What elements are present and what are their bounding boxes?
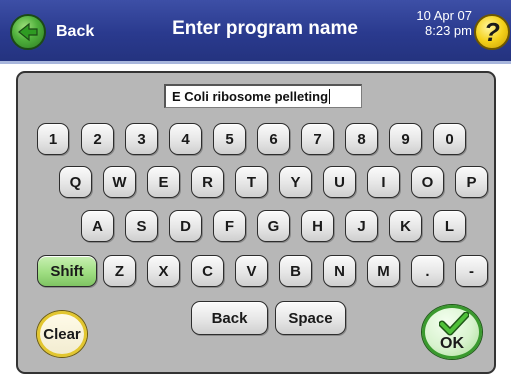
key-y[interactable]: Y <box>279 166 312 198</box>
space-key[interactable]: Space <box>275 301 346 335</box>
key-f[interactable]: F <box>213 210 246 242</box>
time-text: 8:23 pm <box>425 23 472 38</box>
header-bar: Back Enter program name 10 Apr 07 8:23 p… <box>0 0 511 64</box>
key-period[interactable]: . <box>411 255 444 287</box>
date-text: 10 Apr 07 <box>416 8 472 23</box>
key-s[interactable]: S <box>125 210 158 242</box>
key-q[interactable]: Q <box>59 166 92 198</box>
key-p[interactable]: P <box>455 166 488 198</box>
help-button[interactable]: ? <box>474 14 510 50</box>
page-title: Enter program name <box>172 18 358 39</box>
key-m[interactable]: M <box>367 255 400 287</box>
key-e[interactable]: E <box>147 166 180 198</box>
key-a[interactable]: A <box>81 210 114 242</box>
ok-label: OK <box>440 335 464 352</box>
key-d[interactable]: D <box>169 210 202 242</box>
shift-key[interactable]: Shift <box>37 255 97 287</box>
key-b[interactable]: B <box>279 255 312 287</box>
key-8[interactable]: 8 <box>345 123 378 155</box>
clear-label: Clear <box>43 325 81 343</box>
back-arrow-icon <box>10 14 46 50</box>
backspace-key[interactable]: Back <box>191 301 268 335</box>
key-r[interactable]: R <box>191 166 224 198</box>
key-c[interactable]: C <box>191 255 224 287</box>
key-5[interactable]: 5 <box>213 123 246 155</box>
key-hyphen[interactable]: - <box>455 255 488 287</box>
program-name-input[interactable]: E Coli ribosome pelleting <box>164 84 362 108</box>
key-k[interactable]: K <box>389 210 422 242</box>
key-h[interactable]: H <box>301 210 334 242</box>
key-0[interactable]: 0 <box>433 123 466 155</box>
key-g[interactable]: G <box>257 210 290 242</box>
key-w[interactable]: W <box>103 166 136 198</box>
key-o[interactable]: O <box>411 166 444 198</box>
key-t[interactable]: T <box>235 166 268 198</box>
key-u[interactable]: U <box>323 166 356 198</box>
back-label: Back <box>56 23 95 40</box>
key-z[interactable]: Z <box>103 255 136 287</box>
key-v[interactable]: V <box>235 255 268 287</box>
key-x[interactable]: X <box>147 255 180 287</box>
key-n[interactable]: N <box>323 255 356 287</box>
key-l[interactable]: L <box>433 210 466 242</box>
program-name-value: E Coli ribosome pelleting <box>172 89 329 104</box>
key-i[interactable]: I <box>367 166 400 198</box>
help-icon: ? <box>484 16 500 47</box>
clear-button[interactable]: Clear <box>37 311 87 357</box>
ok-button[interactable]: OK <box>422 305 482 359</box>
key-3[interactable]: 3 <box>125 123 158 155</box>
datetime-display: 10 Apr 07 8:23 pm <box>408 8 472 38</box>
text-caret <box>329 89 331 104</box>
back-button[interactable]: Back <box>10 14 94 50</box>
key-9[interactable]: 9 <box>389 123 422 155</box>
key-2[interactable]: 2 <box>81 123 114 155</box>
key-6[interactable]: 6 <box>257 123 290 155</box>
checkmark-icon <box>439 312 469 336</box>
key-4[interactable]: 4 <box>169 123 202 155</box>
key-1[interactable]: 1 <box>37 123 69 155</box>
key-j[interactable]: J <box>345 210 378 242</box>
key-7[interactable]: 7 <box>301 123 334 155</box>
